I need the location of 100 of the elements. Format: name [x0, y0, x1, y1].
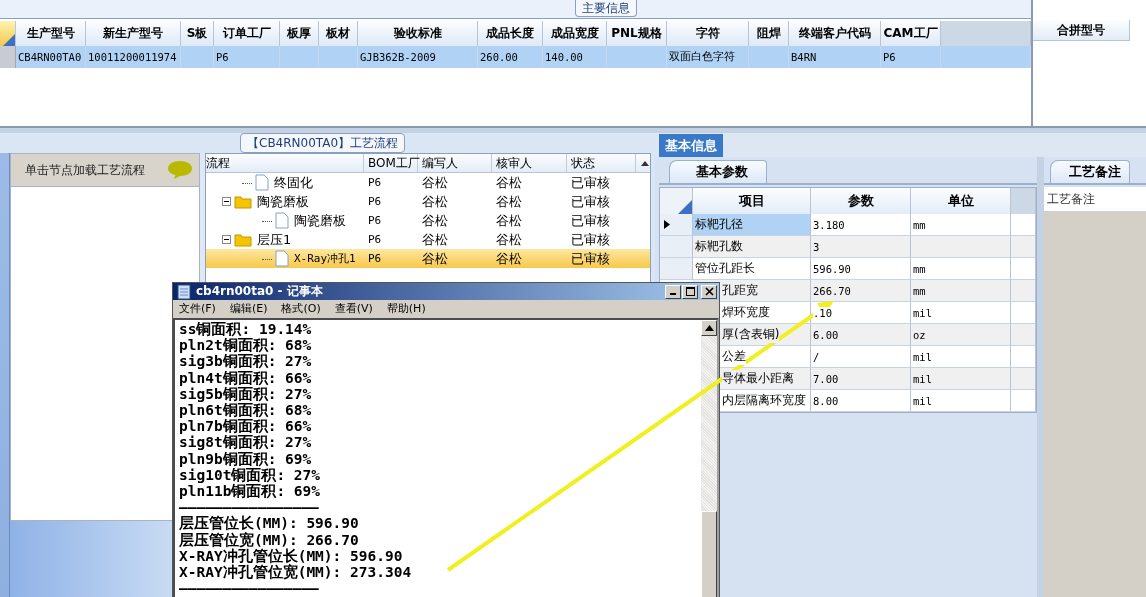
tab[interactable]: 基本信息	[659, 134, 723, 157]
table-cell-text: P6	[367, 176, 383, 189]
tree-row[interactable]: 陶瓷磨板 P6 谷松 谷松 已审核	[206, 192, 650, 211]
table-cell: 10011200011974	[86, 46, 181, 68]
table-cell-text: 谷松	[495, 230, 523, 249]
table-cell: 标靶孔径	[693, 214, 811, 236]
tab[interactable]: 基本参数	[669, 160, 767, 183]
tree-row[interactable]: 陶瓷磨板 P6 谷松 谷松 已审核	[206, 211, 650, 230]
table-cell-text: 谷松	[495, 211, 523, 230]
table-cell: mil	[911, 390, 1011, 412]
text-line: pln7b铜面积: 66%	[179, 418, 313, 435]
column-header[interactable]: 项目	[693, 188, 811, 215]
column-header[interactable]: PNL规格	[607, 21, 667, 47]
table-cell: B4RN	[789, 46, 881, 68]
table-cell-text: P6	[367, 195, 383, 208]
table-cell-text: 谷松	[421, 230, 449, 249]
column-header[interactable]: 参数	[811, 188, 911, 215]
table-cell: 7.00	[811, 368, 911, 390]
text-line: sig8t铜面积: 27%	[179, 434, 313, 451]
table-cell-text: P6	[367, 233, 383, 246]
menu-item[interactable]: 查看(V)	[334, 301, 373, 316]
table-cell: mil	[911, 346, 1011, 368]
column-header[interactable]: 阻焊	[749, 21, 789, 47]
table-cell: 596.90	[811, 258, 911, 280]
column-header[interactable]: 板厚	[280, 21, 319, 47]
table-cell: P6	[881, 46, 941, 68]
table-cell-text: P6	[367, 214, 383, 227]
table-cell: mil	[911, 368, 1011, 390]
column-header[interactable]: 验收标准	[358, 21, 478, 47]
table-cell: 8.00	[811, 390, 911, 412]
column-header[interactable]: 核审人	[492, 154, 567, 172]
tree-row[interactable]: 终固化 P6 谷松 谷松 已审核	[206, 173, 650, 192]
column-header[interactable]: CAM工厂	[881, 21, 941, 47]
column-header: 工艺备注	[1044, 187, 1146, 211]
table-cell: 266.70	[811, 280, 911, 302]
column-header[interactable]: 流程	[206, 154, 364, 172]
column-header[interactable]: 合拼型号	[1033, 20, 1130, 41]
text-line: X-RAY冲孔管位宽(MM): 273.304	[179, 564, 413, 581]
table-cell: 管位孔距长	[693, 258, 811, 280]
column-header[interactable]: BOM工厂	[364, 154, 418, 172]
column-header[interactable]: 终端客户代码	[789, 21, 881, 47]
table-cell-text: 已审核	[570, 211, 611, 230]
tree-row[interactable]: X-Ray冲孔1 P6 谷松 谷松 已审核	[206, 249, 650, 268]
hint-text: 单击节点加载工艺流程	[25, 161, 145, 179]
text-line: pln11b铜面积: 69%	[179, 483, 322, 500]
text-line: pln2t铜面积: 68%	[179, 337, 313, 354]
text-line: 层压管位宽(MM): 266.70	[179, 531, 360, 548]
tree-label: 陶瓷磨板	[256, 192, 309, 211]
column-header[interactable]: 新生产型号	[86, 21, 181, 47]
table-cell: 6.00	[811, 324, 911, 346]
text-line: pln6t铜面积: 68%	[179, 402, 313, 419]
text-line: ss铜面积: 19.14%	[179, 321, 313, 338]
column-header[interactable]: 字符	[667, 21, 749, 47]
table-cell: mil	[911, 302, 1011, 324]
text-line: pln9b铜面积: 69%	[179, 450, 313, 467]
table-cell: mm	[911, 280, 1011, 302]
table-cell-text: 已审核	[570, 249, 611, 268]
text-line: sig5b铜面积: 27%	[179, 385, 313, 402]
tree-label: X-Ray冲孔1	[293, 251, 356, 266]
table-cell: oz	[911, 324, 1011, 346]
menu-item[interactable]: 文件(F)	[179, 301, 216, 316]
group-title: 主要信息	[575, 0, 637, 17]
table-cell-text: 谷松	[495, 192, 523, 211]
group-title: 【CB4RN00TA0】工艺流程	[240, 133, 406, 153]
text-line: X-RAY冲孔管位长(MM): 596.90	[179, 547, 404, 565]
window-title: cb4rn00ta0 - 记事本	[196, 283, 324, 300]
column-header[interactable]: 成品宽度	[543, 21, 607, 47]
table-cell: CB4RN00TA0	[16, 46, 86, 68]
column-header[interactable]: 成品长度	[478, 21, 543, 47]
table-cell: 3.180	[811, 214, 911, 236]
tree-row[interactable]: 层压1 P6 谷松 谷松 已审核	[206, 230, 650, 249]
text-line: ————————————————	[179, 499, 320, 516]
column-header[interactable]: 板材	[319, 21, 358, 47]
table-cell-text: 已审核	[570, 173, 611, 192]
column-header[interactable]: 状态	[567, 154, 636, 172]
table-cell: /	[811, 346, 911, 368]
table-cell: .10	[811, 302, 911, 324]
table-cell-text: 已审核	[570, 192, 611, 211]
table-cell-text: 谷松	[421, 249, 449, 268]
table-cell-text: P6	[367, 252, 383, 265]
table-cell: mm	[911, 258, 1011, 280]
column-header[interactable]: 单位	[911, 188, 1011, 215]
tab[interactable]: 工艺备注	[1050, 160, 1130, 183]
text-line: pln4t铜面积: 66%	[179, 369, 313, 386]
tree-label: 陶瓷磨板	[293, 211, 346, 230]
table-cell: 140.00	[543, 46, 607, 68]
column-header[interactable]: 生产型号	[16, 21, 86, 47]
table-cell: 标靶孔数	[693, 236, 811, 258]
table-cell: mm	[911, 214, 1011, 236]
menu-item[interactable]: 编辑(E)	[229, 301, 268, 316]
table-cell: GJB362B-2009	[358, 46, 478, 68]
column-header[interactable]: S板	[181, 21, 214, 47]
table-cell-text: 谷松	[421, 173, 449, 192]
text-line: sig10t铜面积: 27%	[179, 466, 322, 484]
table-cell: 3	[811, 236, 911, 258]
menu-item[interactable]: 帮助(H)	[386, 301, 426, 316]
table-cell-text: 谷松	[421, 192, 449, 211]
table-cell-text: 谷松	[421, 211, 449, 230]
column-header[interactable]: 订单工厂	[214, 21, 280, 47]
menu-item[interactable]: 格式(O)	[281, 301, 321, 316]
